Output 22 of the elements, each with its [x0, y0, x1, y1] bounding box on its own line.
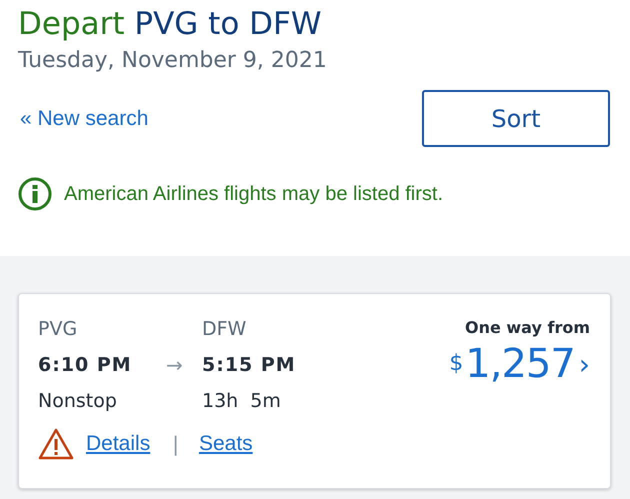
arrive-time: 5:15 PM — [202, 353, 296, 378]
depart-label: Depart — [18, 6, 125, 42]
destination-code: DFW — [202, 317, 248, 342]
stops-text: Nonstop — [38, 389, 118, 414]
details-link[interactable]: Details — [86, 432, 150, 456]
flight-date: Tuesday, November 9, 2021 — [18, 47, 327, 75]
new-search-link[interactable]: « New search — [20, 106, 148, 130]
origin-code: PVG — [38, 317, 78, 342]
depart-time: 6:10 PM — [38, 353, 133, 378]
notice-text: American Airlines flights may be listed first. — [64, 182, 444, 206]
flight-card[interactable]: PVG DFW 6:10 PM → 5:15 PM Nonstop 13h 5m Details | Seats One way from $1,257› — [18, 293, 611, 489]
seats-link[interactable]: Seats — [198, 432, 253, 456]
route-title: PVG to DFW — [134, 6, 322, 42]
chevron-text[interactable]: › — [578, 348, 590, 380]
duration-text: 13h 5m — [202, 389, 282, 414]
price-label: One way from — [464, 318, 590, 337]
price-amount: 1,257 — [465, 341, 575, 387]
arrow-text: → — [166, 353, 184, 377]
info-icon — [18, 177, 52, 211]
sort-button[interactable]: Sort — [422, 90, 610, 147]
currency-symbol: $ — [449, 351, 464, 376]
separator-text: | — [172, 432, 179, 456]
